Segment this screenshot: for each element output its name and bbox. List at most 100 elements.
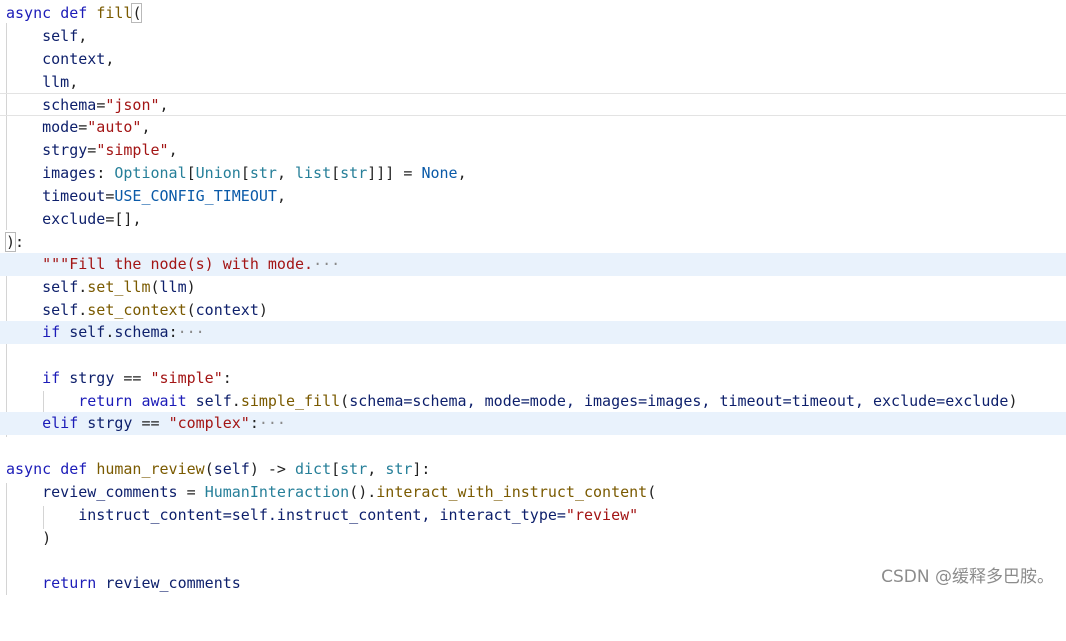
code-line-22[interactable]: review_comments = HumanInteraction().int… xyxy=(0,481,1066,504)
punctuation: = xyxy=(177,483,205,501)
code-line-23[interactable]: instruct_content=self.instruct_content, … xyxy=(0,504,1066,527)
variable: schema xyxy=(114,323,169,341)
punctuation: : xyxy=(168,323,178,341)
parameter: timeout xyxy=(42,187,106,205)
punctuation: , xyxy=(132,210,142,228)
punctuation: , xyxy=(159,96,169,114)
punctuation: , xyxy=(69,73,79,91)
punctuation: ( xyxy=(204,460,214,478)
parameter: images xyxy=(42,164,97,182)
punctuation: == xyxy=(132,414,169,432)
punctuation: (). xyxy=(349,483,377,501)
code-line-6[interactable]: mode="auto", xyxy=(0,116,1066,139)
call-arguments: schema=schema, mode=mode, images=images,… xyxy=(349,392,1009,410)
punctuation: . xyxy=(231,392,241,410)
punctuation: : xyxy=(15,233,25,251)
code-line-8[interactable]: images: Optional[Union[str, list[str]]] … xyxy=(0,162,1066,185)
punctuation: ]: xyxy=(412,460,431,478)
keyword: def xyxy=(60,460,88,478)
code-line-1[interactable]: async def fill( xyxy=(0,2,1066,25)
punctuation: , xyxy=(141,118,151,136)
punctuation: = xyxy=(78,118,88,136)
punctuation: . xyxy=(78,301,88,319)
string-literal: "simple" xyxy=(96,141,169,159)
method-call: interact_with_instruct_content xyxy=(376,483,648,501)
code-line-21[interactable]: async def human_review(self) -> dict[str… xyxy=(0,458,1066,481)
keyword: return xyxy=(78,392,133,410)
code-line-19-folded[interactable]: elif strgy == "complex":··· xyxy=(0,412,1066,435)
variable: self xyxy=(42,301,79,319)
watermark: CSDN @缓释多巴胺。 xyxy=(881,567,1054,587)
code-line-2[interactable]: self, xyxy=(0,25,1066,48)
variable: strgy xyxy=(87,414,133,432)
punctuation: ) -> xyxy=(249,460,295,478)
string-literal: "complex" xyxy=(168,414,250,432)
code-line-9[interactable]: timeout=USE_CONFIG_TIMEOUT, xyxy=(0,185,1066,208)
code-line-17[interactable]: if strgy == "simple": xyxy=(0,367,1066,390)
method-call: simple_fill xyxy=(240,392,341,410)
punctuation: [ xyxy=(240,164,250,182)
method-call: set_llm xyxy=(87,278,151,296)
code-line-11[interactable]: ): xyxy=(0,231,1066,254)
punctuation: ( xyxy=(150,278,160,296)
punctuation: ( xyxy=(647,483,657,501)
type-name: str xyxy=(249,164,277,182)
code-line-10[interactable]: exclude=[], xyxy=(0,208,1066,231)
code-line-18[interactable]: return await self.simple_fill(schema=sch… xyxy=(0,390,1066,413)
parameter: llm xyxy=(42,73,70,91)
fold-ellipsis-icon[interactable]: ··· xyxy=(313,255,340,273)
variable: context xyxy=(195,301,259,319)
code-line-5-current[interactable]: schema="json", xyxy=(0,93,1066,116)
parameter: schema xyxy=(42,96,97,114)
code-line-15-folded[interactable]: if self.schema:··· xyxy=(0,321,1066,344)
code-line-4[interactable]: llm, xyxy=(0,71,1066,94)
type-name: list xyxy=(295,164,332,182)
keyword: def xyxy=(60,4,88,22)
punctuation: = xyxy=(87,141,97,159)
code-line-14[interactable]: self.set_context(context) xyxy=(0,299,1066,322)
punctuation: : xyxy=(96,164,115,182)
variable: strgy xyxy=(69,369,115,387)
variable: self xyxy=(69,323,106,341)
punctuation: [ xyxy=(331,460,341,478)
code-line-13[interactable]: self.set_llm(llm) xyxy=(0,276,1066,299)
call-arguments: instruct_content=self.instruct_content, … xyxy=(78,506,566,524)
punctuation: = xyxy=(394,164,422,182)
keyword: elif xyxy=(42,414,79,432)
code-line-7[interactable]: strgy="simple", xyxy=(0,139,1066,162)
parameter: mode xyxy=(42,118,79,136)
variable: review_comments xyxy=(105,574,241,592)
type-name: Optional xyxy=(114,164,187,182)
class-name: HumanInteraction xyxy=(204,483,350,501)
punctuation: ( xyxy=(186,301,196,319)
code-editor[interactable]: async def fill( self, context, llm, sche… xyxy=(0,0,1066,595)
punctuation: , xyxy=(276,187,286,205)
method-call: set_context xyxy=(87,301,187,319)
constant: USE_CONFIG_TIMEOUT xyxy=(114,187,277,205)
punctuation: : xyxy=(222,369,232,387)
punctuation: , xyxy=(168,141,178,159)
code-line-3[interactable]: context, xyxy=(0,48,1066,71)
fold-ellipsis-icon[interactable]: ··· xyxy=(178,323,205,341)
punctuation: , xyxy=(276,164,295,182)
punctuation: ) xyxy=(42,529,52,547)
punctuation: ( xyxy=(340,392,350,410)
type-name: str xyxy=(340,460,368,478)
docstring: """Fill the node(s) with mode. xyxy=(42,255,314,273)
parameter: strgy xyxy=(42,141,88,159)
code-line-12-folded[interactable]: """Fill the node(s) with mode.··· xyxy=(0,253,1066,276)
punctuation: ) xyxy=(258,301,268,319)
punctuation: = xyxy=(96,96,106,114)
type-name: dict xyxy=(295,460,332,478)
fold-ellipsis-icon[interactable]: ··· xyxy=(259,414,286,432)
punctuation: , xyxy=(367,460,386,478)
punctuation: == xyxy=(114,369,151,387)
constant: None xyxy=(421,164,458,182)
string-literal: "json" xyxy=(105,96,160,114)
variable: self xyxy=(42,278,79,296)
type-name: Union xyxy=(195,164,241,182)
variable: review_comments xyxy=(42,483,178,501)
keyword: return xyxy=(42,574,97,592)
type-name: str xyxy=(385,460,413,478)
code-line-24[interactable]: ) xyxy=(0,527,1066,550)
